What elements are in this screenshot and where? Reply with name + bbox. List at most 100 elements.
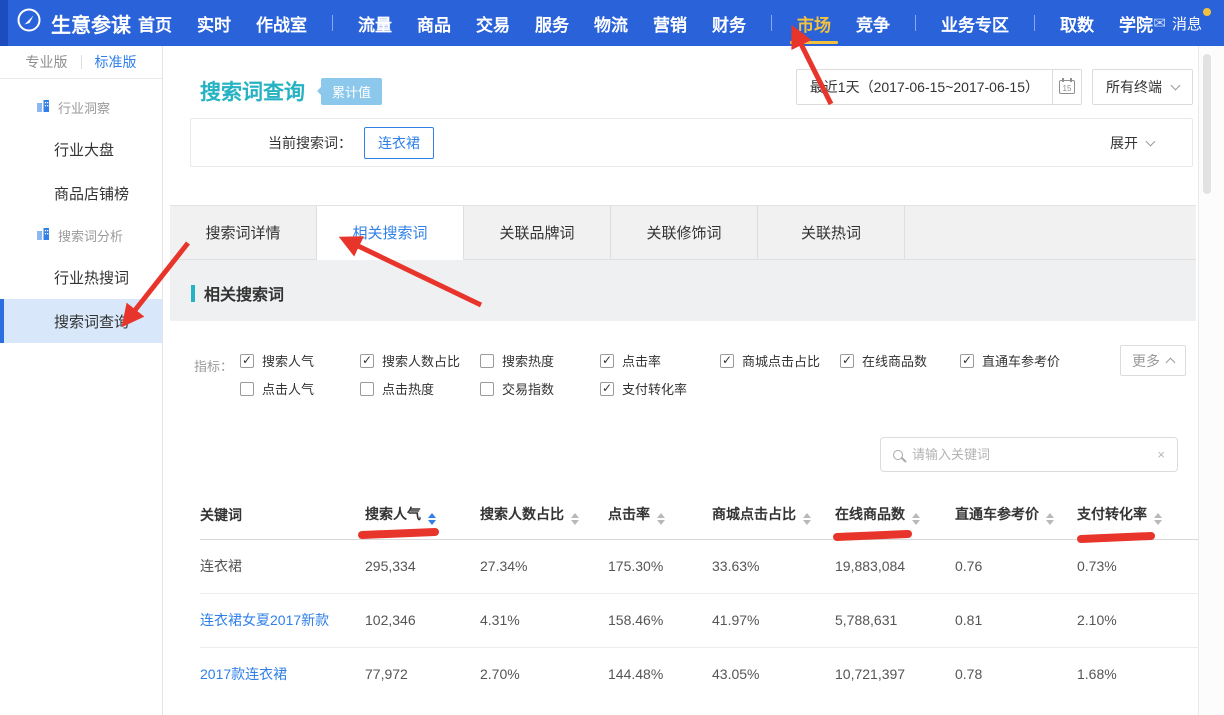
- col-mall-click-ratio[interactable]: 商城点击占比: [712, 491, 835, 539]
- building-icon: [36, 99, 50, 116]
- tab-brand-words[interactable]: 关联品牌词: [464, 206, 611, 259]
- filter-mall-click-ratio[interactable]: 商城点击占比: [720, 351, 840, 370]
- messages-label: 消息: [1172, 16, 1202, 33]
- nav-divider: [1034, 15, 1035, 31]
- checkbox[interactable]: [240, 354, 254, 368]
- nav-trade[interactable]: 交易: [476, 0, 510, 46]
- notification-dot: [1203, 8, 1211, 16]
- nav-divider: [915, 15, 916, 31]
- mail-icon: ✉: [1153, 14, 1166, 32]
- nav-market[interactable]: 市场: [797, 0, 831, 46]
- sort-icon: [571, 513, 579, 525]
- nav-war-room[interactable]: 作战室: [256, 0, 307, 46]
- messages-button[interactable]: ✉ 消息: [1153, 0, 1202, 46]
- nav-divider: [332, 15, 333, 31]
- sidebar-group-industry-insight[interactable]: 行业洞察: [0, 87, 162, 127]
- checkbox[interactable]: [600, 354, 614, 368]
- nav-finance[interactable]: 财务: [712, 0, 746, 46]
- sidebar-group-search-word-analysis[interactable]: 搜索词分析: [0, 215, 162, 255]
- checkbox[interactable]: [840, 354, 854, 368]
- nav-product[interactable]: 商品: [417, 0, 451, 46]
- checkbox[interactable]: [960, 354, 974, 368]
- nav-data-fetch[interactable]: 取数: [1060, 0, 1094, 46]
- checkbox[interactable]: [360, 382, 374, 396]
- filter-click-rate[interactable]: 点击率: [600, 351, 720, 370]
- nav-competition[interactable]: 竞争: [856, 0, 890, 46]
- filter-search-heat[interactable]: 搜索热度: [480, 351, 600, 370]
- filter-trade-index[interactable]: 交易指数: [480, 379, 600, 398]
- sort-icon: [803, 513, 811, 525]
- checkbox[interactable]: [480, 354, 494, 368]
- nav-divider: [771, 15, 772, 31]
- keyword-link[interactable]: 连衣裙女夏2017新款: [200, 593, 365, 647]
- current-search-label: 当前搜索词：: [268, 133, 352, 153]
- filter-click-heat[interactable]: 点击热度: [360, 379, 480, 398]
- tab-bar: 搜索词详情 相关搜索词 关联品牌词 关联修饰词 关联热词: [170, 205, 1196, 260]
- date-range-text: 最近1天（2017-06-15~2017-06-15）: [797, 70, 1052, 104]
- filter-click-popularity[interactable]: 点击人气: [240, 379, 360, 398]
- sidebar-item-search-word-query[interactable]: 搜索词查询: [0, 299, 162, 343]
- tab-modifier-words[interactable]: 关联修饰词: [611, 206, 758, 259]
- checkbox[interactable]: [720, 354, 734, 368]
- page: 生意参谋 首页 实时 作战室 流量 商品 交易 服务 物流 营销 财务 市场 竞…: [0, 0, 1224, 715]
- scrollbar-track[interactable]: [1198, 46, 1224, 715]
- search-icon: [893, 450, 903, 460]
- col-search-popularity[interactable]: 搜索人气: [365, 491, 480, 539]
- col-search-user-ratio[interactable]: 搜索人数占比: [480, 491, 608, 539]
- filter-search-user-ratio[interactable]: 搜索人数占比: [360, 351, 480, 370]
- checkbox[interactable]: [600, 382, 614, 396]
- keyword-cell: 连衣裙: [200, 539, 365, 593]
- table-row: 连衣裙女夏2017新款 102,346 4.31% 158.46% 41.97%…: [200, 593, 1200, 647]
- nav-logistics[interactable]: 物流: [594, 0, 628, 46]
- nav-home[interactable]: 首页: [138, 0, 172, 46]
- nav-business-zone[interactable]: 业务专区: [941, 0, 1009, 46]
- navbar-left-edge: [0, 0, 8, 46]
- sidebar-tab-pro[interactable]: 专业版: [26, 52, 68, 72]
- tab-related-search-words[interactable]: 相关搜索词: [317, 206, 464, 260]
- tab-hot-words[interactable]: 关联热词: [758, 206, 905, 259]
- sidebar-item-industry-hot-words[interactable]: 行业热搜词: [0, 255, 162, 299]
- tab-search-word-detail[interactable]: 搜索词详情: [170, 206, 317, 259]
- search-input[interactable]: [912, 447, 1148, 462]
- nav-traffic[interactable]: 流量: [358, 0, 392, 46]
- sidebar: 专业版 标准版 行业洞察 行业大盘 商品店铺榜 搜索词分析 行业热搜词 搜索词查…: [0, 46, 163, 715]
- sort-icon: [657, 513, 665, 525]
- app-logo[interactable]: 生意参谋: [16, 0, 131, 46]
- date-range-picker[interactable]: 最近1天（2017-06-15~2017-06-15） 15: [796, 69, 1082, 105]
- related-words-table: 关键词 搜索人气 搜索人数占比 点击率 商城点击占比 在线商品数 直通车参考价 …: [200, 491, 1200, 701]
- col-ztc-ref-price[interactable]: 直通车参考价: [955, 491, 1077, 539]
- filter-ztc-ref-price[interactable]: 直通车参考价: [960, 351, 1080, 370]
- filter-pay-conversion[interactable]: 支付转化率: [600, 379, 720, 398]
- filter-online-products[interactable]: 在线商品数: [840, 351, 960, 370]
- section-title: 相关搜索词: [204, 281, 284, 305]
- col-click-rate[interactable]: 点击率: [608, 491, 712, 539]
- nav-service[interactable]: 服务: [535, 0, 569, 46]
- clear-icon[interactable]: ×: [1157, 447, 1165, 462]
- expand-toggle[interactable]: 展开: [1110, 133, 1154, 153]
- sidebar-item-product-shop-rank[interactable]: 商品店铺榜: [0, 171, 162, 215]
- nav-realtime[interactable]: 实时: [197, 0, 231, 46]
- terminal-select[interactable]: 所有终端: [1092, 69, 1193, 105]
- sidebar-tab-standard[interactable]: 标准版: [95, 52, 137, 72]
- top-navbar: 生意参谋 首页 实时 作战室 流量 商品 交易 服务 物流 营销 财务 市场 竞…: [0, 0, 1224, 46]
- keyword-link[interactable]: 2017款连衣裙: [200, 647, 365, 701]
- chevron-down-icon: [1171, 81, 1181, 91]
- checkbox[interactable]: [480, 382, 494, 396]
- filter-search-popularity[interactable]: 搜索人气: [240, 351, 360, 370]
- nav-academy[interactable]: 学院: [1119, 0, 1153, 46]
- sort-icon: [428, 513, 436, 525]
- col-online-products[interactable]: 在线商品数: [835, 491, 955, 539]
- more-button[interactable]: 更多: [1120, 345, 1186, 376]
- col-pay-conversion[interactable]: 支付转化率: [1077, 491, 1200, 539]
- checkbox[interactable]: [360, 354, 374, 368]
- chevron-down-icon: [1146, 136, 1156, 146]
- checkbox[interactable]: [240, 382, 254, 396]
- sidebar-item-industry-overview[interactable]: 行业大盘: [0, 127, 162, 171]
- scrollbar-thumb[interactable]: [1203, 54, 1211, 194]
- filters-label: 指标：: [194, 356, 233, 375]
- current-keyword-chip[interactable]: 连衣裙: [364, 127, 434, 159]
- nav-marketing[interactable]: 营销: [653, 0, 687, 46]
- keyword-search-box: ×: [880, 437, 1178, 472]
- page-title: 搜索词查询: [200, 76, 305, 106]
- calendar-button[interactable]: 15: [1052, 70, 1081, 104]
